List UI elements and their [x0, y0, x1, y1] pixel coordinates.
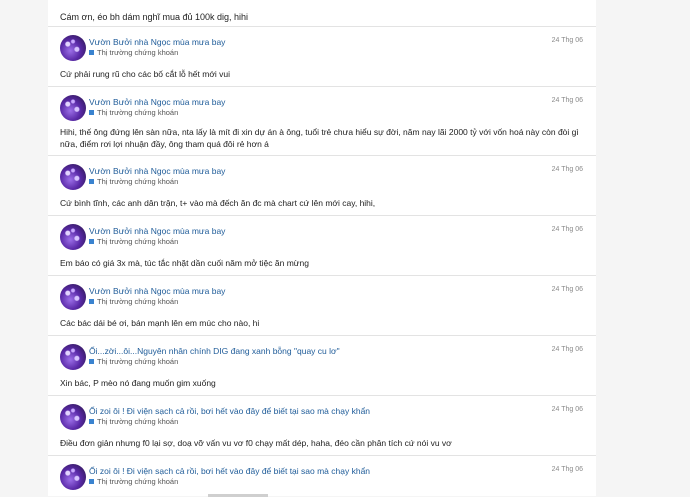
comment-text: Các bác dái bé ơi, bán mạnh lên em múc c…: [60, 318, 260, 328]
category-label: Thị trường chứng khoán: [97, 417, 179, 426]
activity-feed: Cám ơn, éo bh dám nghĩ mua đủ 100k dig, …: [48, 0, 596, 496]
post-title-link[interactable]: Vườn Bưởi nhà Ngọc mùa mưa bay: [89, 286, 225, 296]
post-date: 24 Thg 06: [551, 37, 583, 44]
avatar[interactable]: [60, 284, 86, 310]
comment-text: Em báo có giá 3x mà, túc tắc nhặt dần cu…: [60, 258, 309, 268]
category-label: Thị trường chứng khoán: [97, 48, 179, 57]
category-label: Thị trường chứng khoán: [97, 108, 179, 117]
post-date: 24 Thg 06: [551, 406, 583, 413]
avatar[interactable]: [60, 164, 86, 190]
previous-comment: Cám ơn, éo bh dám nghĩ mua đủ 100k dig, …: [48, 0, 596, 27]
avatar[interactable]: [60, 464, 86, 490]
category-tag[interactable]: Thị trường chứng khoán: [89, 477, 178, 486]
comment-text: Điều đơn giản nhưng f0 lại sợ, doạ vỡ vấ…: [60, 438, 452, 448]
category-label: Thị trường chứng khoán: [97, 297, 179, 306]
list-item: Ối zoi ôi ! Đi viện sạch cả rồi, bơi hết…: [48, 456, 596, 496]
post-title-link[interactable]: Vườn Bưởi nhà Ngọc mùa mưa bay: [89, 166, 225, 176]
avatar[interactable]: [60, 35, 86, 61]
category-tag[interactable]: Thị trường chứng khoán: [89, 108, 178, 117]
post-date: 24 Thg 06: [551, 286, 583, 293]
comment-text: Cứ bình tĩnh, các anh dân trận, t+ vào m…: [60, 198, 376, 208]
comment-text: Hihi, thế ông đứng lên sàn nữa, nta lấy …: [60, 127, 579, 149]
category-tag[interactable]: Thị trường chứng khoán: [89, 237, 178, 246]
list-item: Ối zoi ôi ! Đi viện sạch cả rồi, bơi hết…: [48, 396, 596, 456]
post-title-link[interactable]: Vườn Bưởi nhà Ngọc mùa mưa bay: [89, 226, 225, 236]
post-title-link[interactable]: Vườn Bưởi nhà Ngọc mùa mưa bay: [89, 97, 225, 107]
comment-text: Xin bác, P mèo nó đang muốn gim xuống: [60, 378, 216, 388]
category-color-icon: [89, 419, 94, 424]
list-item: Vườn Bưởi nhà Ngọc mùa mưa bay Thị trườn…: [48, 216, 596, 276]
category-label: Thị trường chứng khoán: [97, 177, 179, 186]
list-item: Vườn Bưởi nhà Ngọc mùa mưa bay Thị trườn…: [48, 87, 596, 156]
post-date: 24 Thg 06: [551, 166, 583, 173]
post-title-link[interactable]: Ối...zời...ôi...Nguyên nhân chính DIG đa…: [89, 346, 340, 356]
post-date: 24 Thg 06: [551, 97, 583, 104]
list-item: Ối...zời...ôi...Nguyên nhân chính DIG đa…: [48, 336, 596, 396]
category-color-icon: [89, 50, 94, 55]
post-title-link[interactable]: Ối zoi ôi ! Đi viện sạch cả rồi, bơi hết…: [89, 466, 370, 476]
category-tag[interactable]: Thị trường chứng khoán: [89, 297, 178, 306]
category-color-icon: [89, 239, 94, 244]
list-item: Vườn Bưởi nhà Ngọc mùa mưa bay Thị trườn…: [48, 156, 596, 216]
category-tag[interactable]: Thị trường chứng khoán: [89, 48, 178, 57]
category-tag[interactable]: Thị trường chứng khoán: [89, 177, 178, 186]
list-item: Vườn Bưởi nhà Ngọc mùa mưa bay Thị trườn…: [48, 27, 596, 87]
post-title-link[interactable]: Vườn Bưởi nhà Ngọc mùa mưa bay: [89, 37, 225, 47]
avatar[interactable]: [60, 95, 86, 121]
avatar[interactable]: [60, 224, 86, 250]
comment-text: Cứ phải rung rũ cho các bố cắt lỗ hết mớ…: [60, 69, 231, 79]
category-label: Thị trường chứng khoán: [97, 477, 179, 486]
post-title-link[interactable]: Ối zoi ôi ! Đi viện sạch cả rồi, bơi hết…: [89, 406, 370, 416]
category-color-icon: [89, 359, 94, 364]
list-item: Vườn Bưởi nhà Ngọc mùa mưa bay Thị trườn…: [48, 276, 596, 336]
category-label: Thị trường chứng khoán: [97, 237, 179, 246]
category-label: Thị trường chứng khoán: [97, 357, 179, 366]
post-date: 24 Thg 06: [551, 466, 583, 473]
category-color-icon: [89, 110, 94, 115]
category-color-icon: [89, 179, 94, 184]
category-tag[interactable]: Thị trường chứng khoán: [89, 417, 178, 426]
avatar[interactable]: [60, 404, 86, 430]
comment-text: Cám ơn, éo bh dám nghĩ mua đủ 100k dig, …: [60, 12, 249, 22]
category-color-icon: [89, 479, 94, 484]
category-tag[interactable]: Thị trường chứng khoán: [89, 357, 178, 366]
category-color-icon: [89, 299, 94, 304]
post-date: 24 Thg 06: [551, 346, 583, 353]
avatar[interactable]: [60, 344, 86, 370]
post-date: 24 Thg 06: [551, 226, 583, 233]
